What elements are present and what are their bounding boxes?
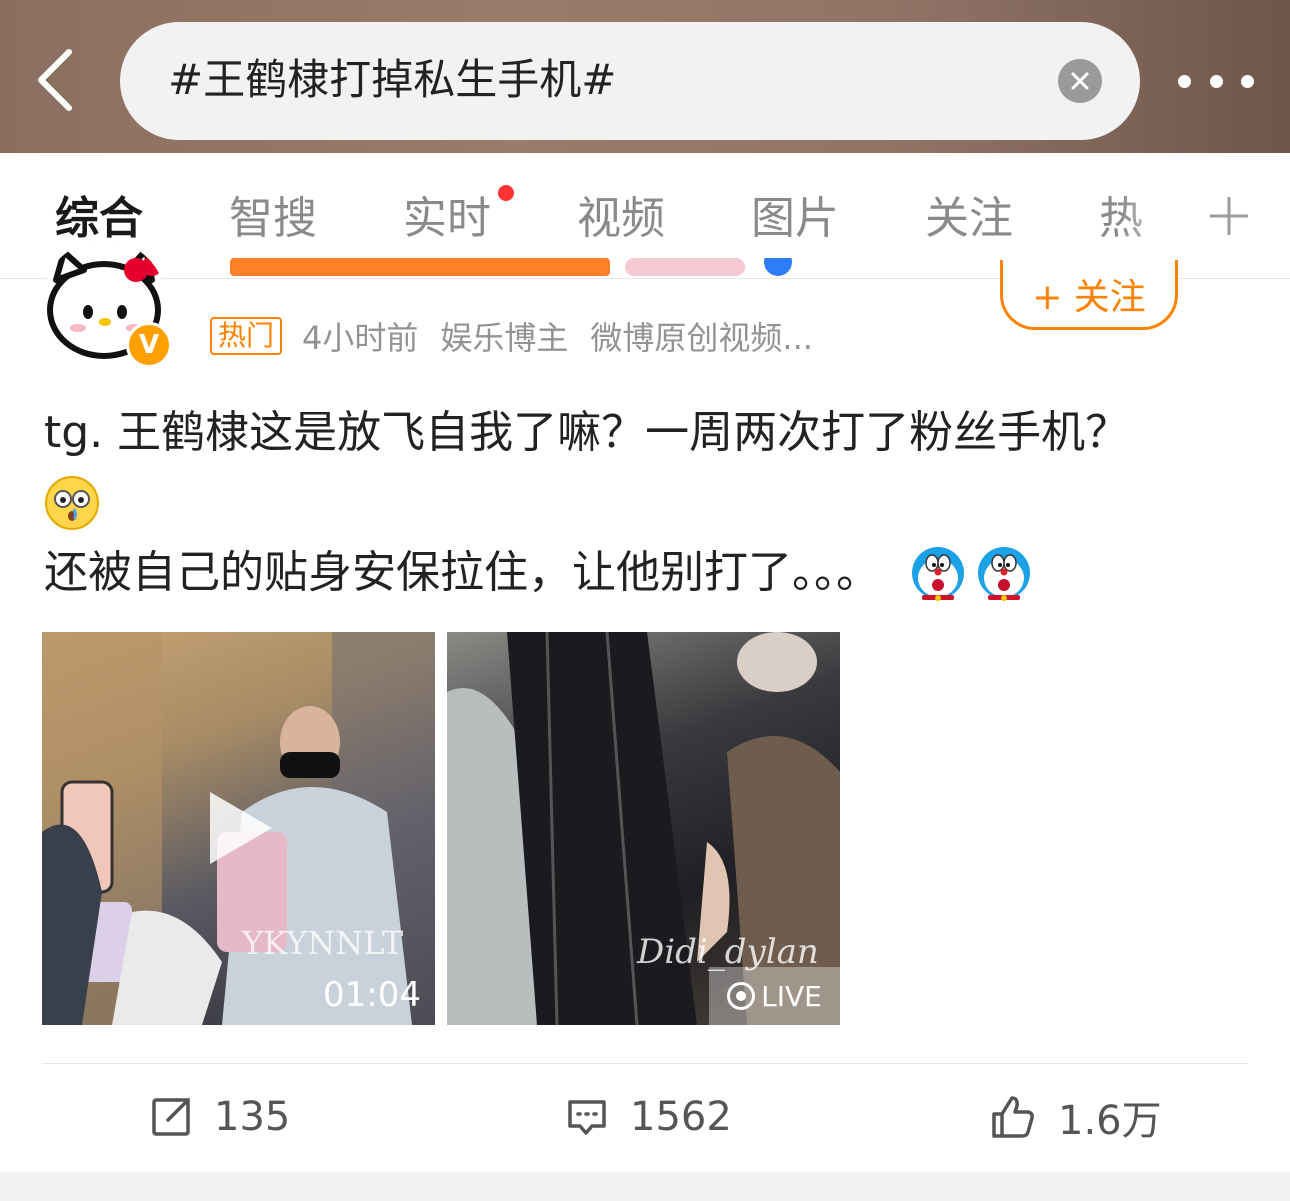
more-dots-icon xyxy=(1178,74,1191,88)
like-button[interactable]: 1.6万 xyxy=(990,1090,1162,1144)
comment-count: 1562 xyxy=(630,1094,732,1140)
like-count: 1.6万 xyxy=(1058,1098,1162,1144)
tab-images[interactable]: 图片 xyxy=(751,191,839,247)
more-options-button[interactable] xyxy=(1178,60,1254,102)
video-duration: 01:04 xyxy=(323,975,421,1015)
feed-separator xyxy=(0,1172,1290,1201)
comment-icon xyxy=(568,1100,606,1135)
search-query-text: #王鹤棣打掉私生手机# xyxy=(168,55,617,104)
verified-badge-icon: V xyxy=(126,322,172,368)
shocked-face-emoji-icon xyxy=(45,476,99,530)
chevron-left-icon xyxy=(38,49,72,111)
repost-button[interactable]: 135 xyxy=(150,1090,290,1144)
divider xyxy=(42,1063,1248,1064)
plus-icon[interactable] xyxy=(1206,193,1252,239)
tab-realtime[interactable]: 实时 xyxy=(403,191,491,247)
back-button[interactable] xyxy=(30,45,80,115)
author-name-clipped[interactable] xyxy=(210,258,810,282)
comment-button[interactable]: 1562 xyxy=(566,1090,732,1144)
video-watermark: YKYNNLT xyxy=(242,924,404,962)
close-icon xyxy=(1071,72,1089,90)
post-meta: 热门 4小时前 娱乐博主 微博原创视频... xyxy=(210,315,835,357)
doraemon-emoji-icon xyxy=(912,547,964,601)
tab-comprehensive[interactable]: 综合 xyxy=(55,191,143,247)
tab-following[interactable]: 关注 xyxy=(925,191,1013,247)
post-text-line-1: tg. 王鹤棣这是放飞自我了嘛？一周两次打了粉丝手机？ xyxy=(44,407,1130,458)
post-time: 4小时前 xyxy=(302,319,419,357)
tab-smart-search[interactable]: 智搜 xyxy=(229,191,317,247)
video-thumbnail[interactable]: YKYNNLT 01:04 xyxy=(42,632,435,1025)
photo-watermark: Didi_dylan xyxy=(637,932,819,972)
clear-search-button[interactable] xyxy=(1058,59,1102,103)
live-label: LIVE xyxy=(761,979,822,1013)
live-icon xyxy=(727,982,756,1010)
hot-tag: 热门 xyxy=(210,317,283,355)
new-content-badge xyxy=(498,185,514,201)
follow-button[interactable]: + 关注 xyxy=(1000,260,1178,330)
repost-count: 135 xyxy=(214,1094,291,1140)
post-source[interactable]: 微博原创视频... xyxy=(590,313,813,359)
thumbs-up-icon xyxy=(992,1096,1034,1138)
play-icon[interactable] xyxy=(210,792,272,864)
search-input[interactable]: #王鹤棣打掉私生手机# xyxy=(120,22,1140,140)
author-type: 娱乐博主 xyxy=(440,319,569,357)
search-header: #王鹤棣打掉私生手机# xyxy=(0,0,1290,153)
post-content[interactable]: tg. 王鹤棣这是放飞自我了嘛？一周两次打了粉丝手机？ 还被自己的贴身安保拉住，… xyxy=(44,398,1254,608)
post-text-line-3: 还被自己的贴身安保拉住，让他别打了。。。 xyxy=(44,547,880,598)
live-photo-thumbnail[interactable]: Didi_dylan LIVE xyxy=(447,632,840,1025)
tab-video[interactable]: 视频 xyxy=(577,191,665,247)
repost-icon xyxy=(152,1098,190,1136)
live-badge: LIVE xyxy=(709,967,840,1025)
doraemon-emoji-icon xyxy=(978,547,1030,601)
